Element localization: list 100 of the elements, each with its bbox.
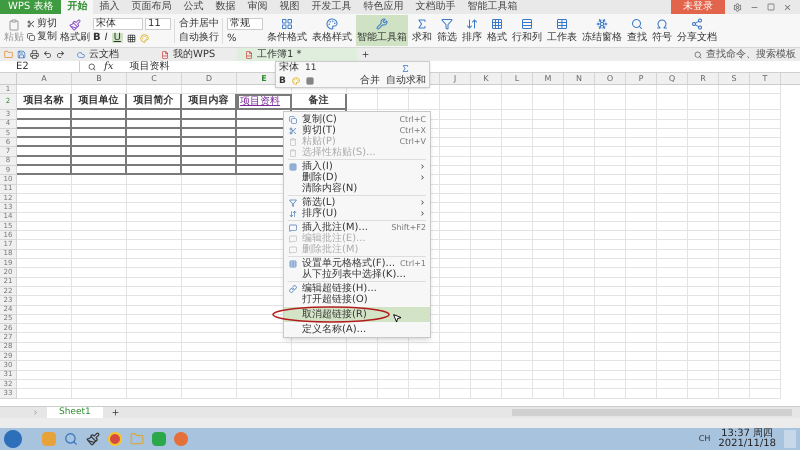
menu-tab[interactable]: 视图 [273,0,306,14]
merge-center-button[interactable]: 合并居中 [179,18,219,28]
search-icon[interactable] [64,432,78,446]
menu-tab[interactable]: 页面布局 [125,0,178,14]
ribbon-tool-button[interactable]: 智能工具箱 [356,15,408,46]
context-menu-item[interactable]: 从下拉列表中选择(K)... [284,269,430,280]
column-header[interactable]: B [96,74,102,82]
column-header[interactable]: E [261,74,267,82]
column-header[interactable]: M [544,74,552,82]
menu-tab[interactable]: 智能工具箱 [461,0,524,14]
column-header[interactable]: K [483,74,489,82]
autosum-button[interactable]: 自动求和 [386,76,426,86]
sigma-icon[interactable] [401,64,410,72]
ribbon-tool-button[interactable]: 行和列 [511,15,543,46]
menu-tab[interactable]: 插入 [93,0,126,14]
fill-color-icon[interactable] [292,77,300,85]
paint-icon[interactable] [86,432,100,446]
font-select[interactable]: 宋体 [279,63,299,73]
column-header[interactable]: S [731,74,737,82]
bold-button[interactable]: B [93,33,101,43]
cut-button[interactable]: 剪切 [27,19,57,29]
ribbon-tool-button[interactable]: 求和 [411,15,433,46]
browser-icon[interactable] [108,432,122,446]
ribbon-tool-button[interactable]: 表格样式 [311,15,353,46]
app-icon[interactable] [174,432,188,446]
context-menu-item[interactable]: 定义名称(A)... [284,324,430,335]
document-tab[interactable]: 我的WPS [153,48,233,61]
column-header[interactable]: P [638,74,644,82]
context-menu-item[interactable]: 排序(U) [284,208,430,219]
column-header[interactable]: J [454,74,456,82]
printer-icon[interactable] [30,50,39,59]
column-header[interactable]: T [762,74,768,82]
context-menu-item[interactable]: 插入批注(M)... Shift+F2 [284,222,430,233]
ribbon-tool-button[interactable]: 格式 [486,15,508,46]
ribbon-tool-button[interactable]: 工作表 [546,15,578,46]
undo-icon[interactable] [43,50,52,59]
save-icon[interactable] [17,50,26,59]
format-painter-button[interactable]: 格式刷 [60,18,90,42]
app-menu-button[interactable]: WPS 表格 [0,0,62,14]
new-tab-icon[interactable] [361,50,370,59]
settings-icon[interactable] [733,2,742,12]
language-indicator[interactable]: CH [698,433,710,445]
menu-tab[interactable]: 审阅 [241,0,274,14]
context-menu-item[interactable]: 编辑超链接(H)... [284,283,430,294]
ribbon-tool-button[interactable]: 查找 [626,15,648,46]
font-size-select[interactable]: 11 [145,18,171,30]
column-header[interactable]: O [606,74,614,82]
context-menu-item[interactable]: 筛选(L) [284,197,430,208]
font-size-select[interactable]: 11 [305,64,316,72]
italic-button[interactable]: I [104,33,108,43]
zoom-icon[interactable] [88,62,96,70]
formula-field[interactable]: 项目资料 [121,60,262,72]
maximize-icon[interactable] [767,3,775,11]
fill-color-icon[interactable] [140,34,149,42]
document-tab[interactable]: 工作簿1 * [237,48,357,61]
folder-icon[interactable] [4,50,13,59]
menu-tab[interactable]: 开发工具 [305,0,358,14]
font-select[interactable]: 宋体 [93,18,143,30]
column-header[interactable]: C [151,74,157,82]
menu-tab[interactable]: 文档助手 [409,0,462,14]
context-menu-item[interactable]: 剪切(T) Ctrl+X [284,125,430,136]
context-menu-item[interactable]: 插入(I) [284,161,430,172]
ribbon-tool-button[interactable]: 筛选 [436,15,458,46]
command-search-field[interactable]: 查找命令、搜索模板 [694,50,796,60]
menu-tab[interactable]: 数据 [209,0,242,14]
redo-icon[interactable] [56,50,65,59]
wrap-text-button[interactable]: 自动换行 [179,32,219,42]
border-icon[interactable] [306,77,314,85]
ribbon-tool-button[interactable]: 冻结窗格 [581,15,623,46]
percent-button[interactable]: % [227,34,237,44]
border-icon[interactable] [126,34,136,42]
clock[interactable]: 13:37 周四 2021/11/18 [718,429,776,449]
column-header[interactable]: L [514,74,520,82]
column-header[interactable]: A [41,74,47,82]
copy-button[interactable]: 复制 [27,32,57,42]
function-label[interactable]: fx [104,62,114,72]
sheet-tab[interactable]: Sheet1 [47,406,103,418]
menu-tab[interactable]: 公式 [177,0,210,14]
ribbon-tool-button[interactable]: 排序 [461,15,483,46]
menu-tab[interactable]: 特色应用 [357,0,410,14]
column-header[interactable]: N [576,74,582,82]
context-menu-item[interactable]: 复制(C) Ctrl+C [284,114,430,125]
context-menu-item[interactable]: 删除(D) [284,172,430,183]
ribbon-tool-button[interactable]: 分享文档 [676,15,718,46]
context-menu-item[interactable]: 清除内容(N) [284,183,430,194]
merge-button[interactable]: 合并 [360,76,380,86]
underline-button[interactable]: U [112,33,123,43]
context-menu-item[interactable]: 设置单元格格式(F)... Ctrl+1 [284,258,430,269]
column-header[interactable]: R [700,74,706,82]
number-format-select[interactable]: 常规 [227,18,263,30]
ribbon-tool-button[interactable]: 条件格式 [266,15,308,46]
add-sheet-icon[interactable] [110,408,120,417]
column-header[interactable]: Q [668,74,676,82]
bold-button[interactable]: B [279,76,286,86]
context-menu-item[interactable]: 打开超链接(O) [284,294,430,305]
column-header[interactable]: D [206,74,212,82]
close-icon[interactable] [783,2,792,12]
spreadsheet-app-icon[interactable] [152,432,166,446]
ribbon-tool-button[interactable]: 符号 [651,15,673,46]
menu-tab[interactable]: 开始 [61,0,94,14]
